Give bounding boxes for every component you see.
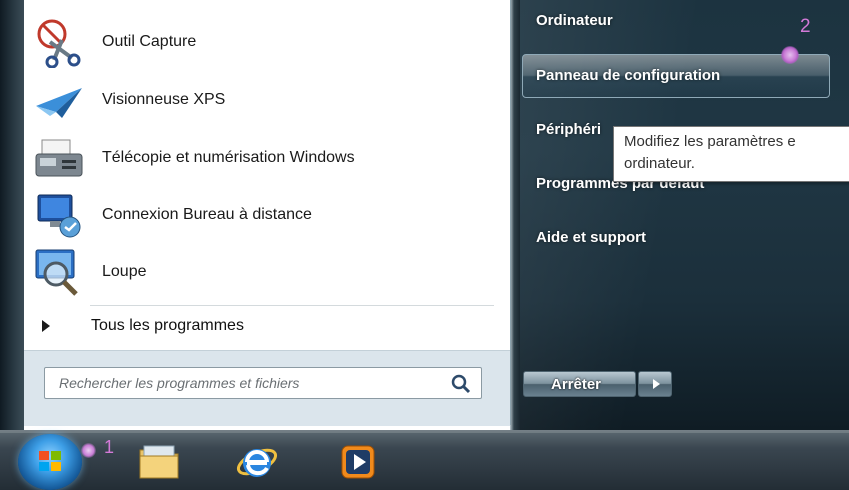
screen: Outil Capture Visionneuse XPS Télécopie … bbox=[0, 0, 849, 490]
program-label: Télécopie et numérisation Windows bbox=[102, 149, 355, 166]
right-item-peripheriques[interactable]: Périphéri bbox=[536, 121, 601, 138]
search-placeholder: Rechercher les programmes et fichiers bbox=[59, 375, 300, 391]
shutdown-label: Arrêter bbox=[551, 376, 602, 393]
tooltip-line-1: Modifiez les paramètres e bbox=[624, 133, 796, 150]
cursor-marker-icon bbox=[781, 46, 799, 64]
paper-plane-icon bbox=[36, 88, 82, 118]
windows-start-orb-icon[interactable] bbox=[18, 434, 82, 490]
tooltip: Modifiez les paramètres e ordinateur. bbox=[613, 126, 849, 182]
cursor-marker-icon bbox=[81, 443, 96, 458]
expand-arrow-icon bbox=[42, 320, 50, 332]
right-item-ordinateur[interactable]: Ordinateur bbox=[536, 12, 613, 29]
scissors-icon bbox=[37, 19, 81, 68]
all-programs-button[interactable]: Tous les programmes bbox=[24, 310, 504, 344]
program-label: Loupe bbox=[102, 263, 147, 280]
folder-libraries-icon[interactable] bbox=[136, 438, 182, 484]
right-item-panneau-de-configuration[interactable]: Panneau de configuration bbox=[536, 67, 720, 84]
media-player-icon[interactable] bbox=[336, 438, 382, 484]
program-telecopie[interactable]: Télécopie et numérisation Windows bbox=[32, 132, 502, 184]
step-2-annotation: 2 bbox=[800, 16, 811, 37]
remote-desktop-icon bbox=[37, 194, 81, 238]
taskbar bbox=[0, 430, 849, 490]
program-label: Outil Capture bbox=[102, 33, 197, 50]
program-loupe[interactable]: Loupe bbox=[32, 246, 502, 298]
taskbar-shine bbox=[0, 430, 849, 433]
chevron-right-icon bbox=[653, 379, 660, 389]
search-input[interactable]: Rechercher les programmes et fichiers bbox=[44, 367, 482, 399]
start-menu-frame-left bbox=[0, 0, 24, 430]
program-visionneuse-xps[interactable]: Visionneuse XPS bbox=[32, 74, 502, 126]
fax-icon bbox=[35, 139, 83, 177]
step-1-annotation: 1 bbox=[104, 437, 115, 457]
shutdown-button[interactable]: Arrêter bbox=[523, 371, 636, 397]
shutdown-options-button[interactable] bbox=[638, 371, 672, 397]
tooltip-line-2: ordinateur. bbox=[624, 155, 695, 172]
pane-divider bbox=[510, 0, 520, 430]
program-label: Connexion Bureau à distance bbox=[102, 206, 312, 223]
magnifier-icon bbox=[35, 249, 78, 296]
internet-explorer-icon[interactable] bbox=[234, 438, 280, 484]
program-connexion-bureau[interactable]: Connexion Bureau à distance bbox=[32, 189, 502, 241]
right-item-aide-et-support[interactable]: Aide et support bbox=[536, 229, 646, 246]
program-outil-capture[interactable]: Outil Capture bbox=[32, 16, 502, 68]
windows-flag-icon bbox=[39, 451, 61, 471]
search-icon[interactable] bbox=[450, 373, 472, 395]
program-label: Visionneuse XPS bbox=[102, 91, 226, 108]
all-programs-label: Tous les programmes bbox=[91, 317, 244, 334]
programs-separator bbox=[90, 305, 494, 306]
